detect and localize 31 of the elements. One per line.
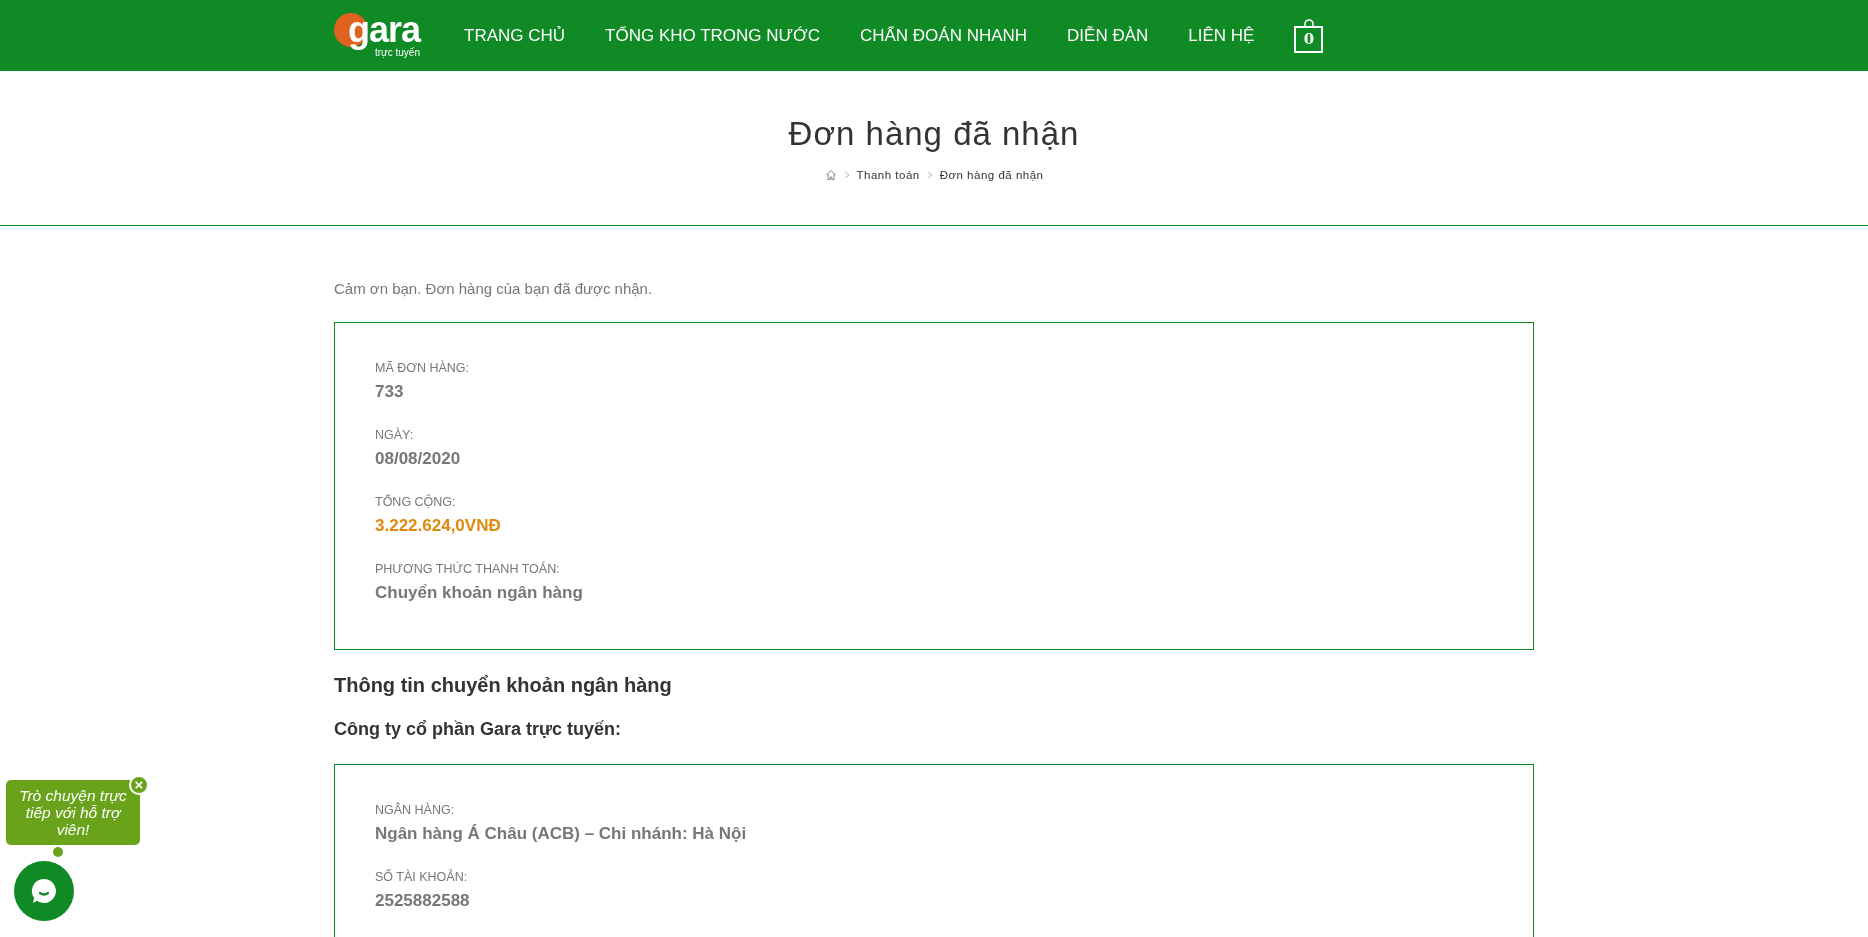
section-heading: Thông tin chuyển khoản ngân hàng [334,674,673,697]
chevron-icon [926,171,933,179]
field-label: MÃ ĐƠN HÀNG: [375,361,471,375]
field-label: SỐ TÀI KHOẢN: [375,870,469,884]
current-page-label: Đơn hàng đã nhận [939,169,1044,181]
chat-button[interactable] [14,861,74,921]
home-icon[interactable] [824,169,837,181]
field-value: 08/08/2020 [375,449,462,469]
field-label: TỔNG CỘNG: [375,495,457,509]
field-value: 3.222.624,0VNĐ [375,516,502,536]
nav-link[interactable]: CHẨN ĐOÁN NHANH [839,25,1048,46]
field-label: NGÀY: [375,428,415,442]
nav-link[interactable]: DIỄN ĐÀN [1047,25,1169,46]
chevron-icon [843,171,850,179]
thank-you-message: Cảm ơn bạn. Đơn hàng của bạn đã được nhận. [334,280,654,297]
bag-handle-icon [1302,18,1315,26]
close-button[interactable]: × [129,775,149,795]
company-name: Công ty cổ phần Gara trực tuyến: [334,719,623,740]
field-value: Ngân hàng Á Châu (ACB) – Chi nhánh: Hà Nội [375,824,748,844]
nav-link[interactable]: LIÊN HỆ [1168,25,1275,46]
page-title: Đơn hàng đã nhận [788,115,1080,153]
field-value: 733 [375,382,405,402]
chat-icon [29,876,59,906]
breadcrumb-link[interactable]: Thanh toán [856,169,920,181]
bubble-tail-icon [53,847,63,857]
field-value: Chuyển khoản ngân hàng [375,583,584,603]
nav-link[interactable]: TỔNG KHO TRONG NƯỚC [585,25,840,46]
field-label: PHƯƠNG THỨC THANH TOÁN: [375,562,561,576]
field-label: NGÂN HÀNG: [375,803,456,817]
nav-link[interactable]: TRANG CHỦ [444,25,586,46]
field-value: 2525882588 [375,891,471,911]
